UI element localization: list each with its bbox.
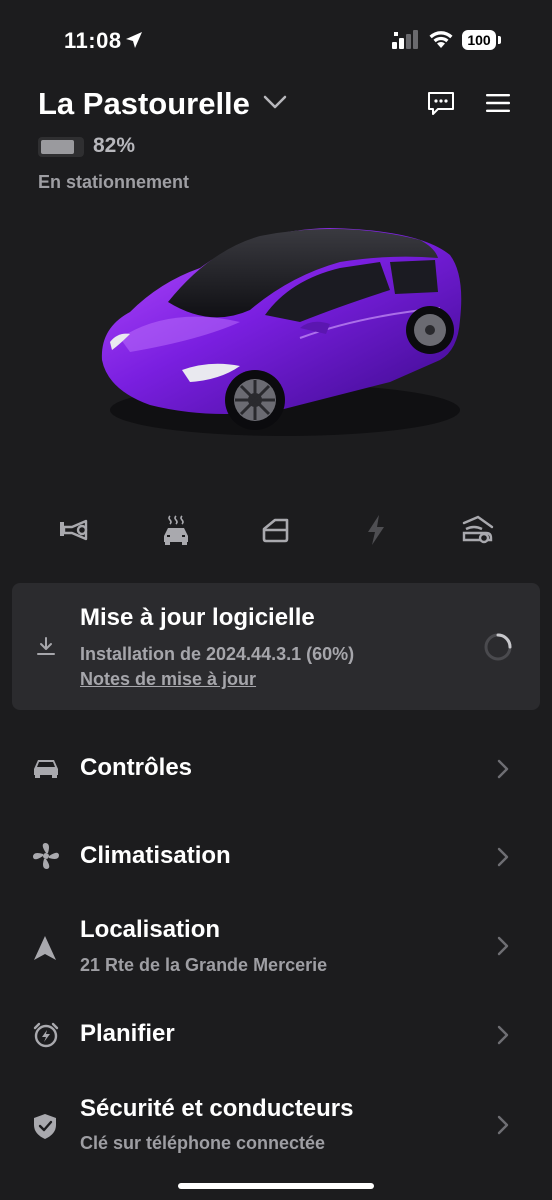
vehicle-battery-icon [38,137,84,157]
vehicle-image [101,228,462,436]
navigation-arrow-icon [34,936,56,960]
battery-indicator: 100 [462,30,496,50]
battery-level-text: 100 [467,32,491,48]
menu-item-location[interactable]: Localisation 21 Rte de la Grande Merceri… [0,904,552,994]
hamburger-menu-icon[interactable] [486,93,510,113]
schedule-label: Planifier [80,1020,175,1047]
message-icon[interactable] [426,90,456,118]
horn-button[interactable] [53,508,97,552]
chevron-right-icon [497,1115,509,1135]
chevron-right-icon [497,936,509,956]
menu-item-security[interactable]: Sécurité et conducteurs Clé sur téléphon… [0,1084,552,1174]
menu-item-schedule[interactable]: Planifier [0,994,552,1074]
location-arrow-icon [126,32,142,48]
vehicle-name[interactable]: La Pastourelle [38,86,250,122]
progress-spinner-icon [484,633,512,661]
climate-label: Climatisation [80,842,231,869]
quick-controls [0,508,552,552]
frunk-icon [262,518,289,543]
menu-item-controls[interactable]: Contrôles [0,728,552,808]
charge-icon [368,515,384,545]
controls-label: Contrôles [80,754,193,781]
chevron-right-icon [497,759,509,779]
trunk-button[interactable] [455,508,499,552]
chevron-right-icon [497,847,509,867]
cellular-signal-icon [392,30,418,49]
shield-check-icon [34,1114,56,1139]
wifi-icon [429,31,453,48]
trunk-icon [462,515,494,544]
release-notes-link[interactable]: Notes de mise à jour [80,669,256,690]
chevron-right-icon [497,1025,509,1045]
climate-quick-button[interactable] [154,508,198,552]
battery-nub [498,36,501,44]
download-icon [37,637,55,655]
status-time: 11:08 [64,28,122,53]
horn-icon [60,519,88,541]
climate-icon [164,515,188,545]
fan-icon [33,843,59,869]
status-bar: 11:08 100 [0,0,552,84]
alarm-clock-icon [33,1022,59,1048]
vehicle-battery-fill [41,140,74,154]
security-status: Clé sur téléphone connectée [80,1133,326,1153]
battery-percent: 82% [93,134,136,157]
location-address: 21 Rte de la Grande Mercerie [80,955,328,975]
menu-item-climate[interactable]: Climatisation [0,816,552,896]
home-indicator[interactable] [178,1183,374,1189]
chevron-down-icon[interactable] [262,94,288,110]
charge-button[interactable] [354,508,398,552]
update-title: Mise à jour logicielle [80,604,315,631]
frunk-button[interactable] [254,508,298,552]
vehicle-status: En stationnement [38,172,190,192]
car-icon [34,760,58,778]
security-label: Sécurité et conducteurs [80,1095,354,1122]
location-label: Localisation [80,916,221,943]
update-status: Installation de 2024.44.3.1 (60%) [80,644,355,664]
software-update-card[interactable]: Mise à jour logicielle Installation de 2… [12,583,540,710]
